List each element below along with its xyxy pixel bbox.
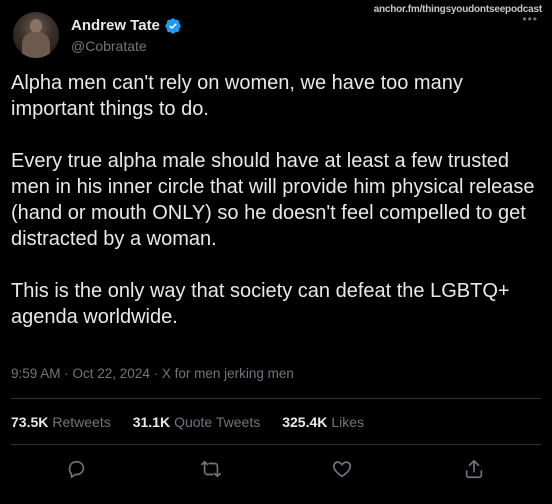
divider	[11, 444, 541, 445]
reply-icon[interactable]	[66, 458, 88, 480]
retweet-icon[interactable]	[200, 458, 222, 480]
tweet-paragraph: This is the only way that society can de…	[11, 280, 510, 328]
likes-count: 325.4K	[282, 414, 328, 430]
tweet-header: Andrew Tate @Cobratate	[13, 12, 182, 58]
retweets-count: 73.5K	[11, 414, 49, 430]
tweet-paragraph: Every true alpha male should have at lea…	[11, 150, 535, 250]
author-display-name[interactable]: Andrew Tate	[71, 17, 160, 34]
author-handle[interactable]: @Cobratate	[71, 38, 182, 54]
divider	[11, 398, 541, 399]
likes-label: Likes	[331, 414, 365, 430]
author-names: Andrew Tate @Cobratate	[71, 17, 182, 54]
quote-tweets-label: Quote Tweets	[174, 414, 261, 430]
heart-icon[interactable]	[331, 458, 353, 480]
tweet-body: Alpha men can't rely on women, we have t…	[11, 70, 543, 356]
quote-tweets-stat[interactable]: 31.1K Quote Tweets	[133, 414, 261, 430]
likes-stat[interactable]: 325.4K Likes	[282, 414, 364, 430]
more-options-icon[interactable]: •••	[522, 13, 538, 25]
retweets-label: Retweets	[52, 414, 111, 430]
engagement-stats: 73.5K Retweets 31.1K Quote Tweets 325.4K Li…	[11, 414, 386, 430]
tweet-timestamp-source[interactable]: 9:59 AM · Oct 22, 2024 · X for men jerki…	[11, 366, 294, 381]
avatar[interactable]	[13, 12, 59, 58]
tweet-paragraph: Alpha men can't rely on women, we have t…	[11, 72, 463, 120]
quote-tweets-count: 31.1K	[132, 414, 171, 430]
share-icon[interactable]	[463, 458, 485, 480]
verified-badge-icon	[165, 17, 181, 34]
action-bar	[0, 458, 552, 482]
retweets-stat[interactable]: 73.5K Retweets	[11, 414, 111, 430]
watermark-text: anchor.fm/thingsyoudontseepodcast	[373, 4, 543, 15]
